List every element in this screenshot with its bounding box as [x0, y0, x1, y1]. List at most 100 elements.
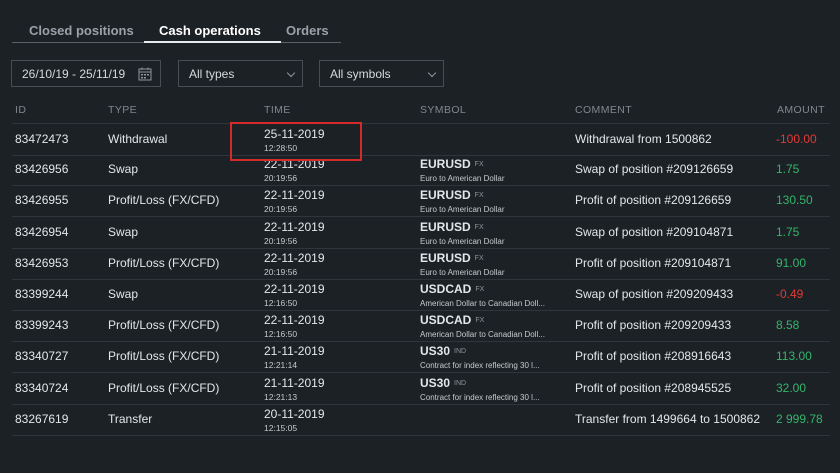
row-symbol: EURUSD FX [420, 219, 484, 234]
row-comment: Swap of position #209126659 [575, 162, 734, 177]
row-type: Profit/Loss (FX/CFD) [108, 255, 220, 270]
row-date: 20-11-2019 [264, 406, 325, 421]
row-type: Profit/Loss (FX/CFD) [108, 193, 220, 208]
row-symbol: EURUSD FX [420, 250, 484, 265]
column-header-id[interactable]: ID [15, 104, 26, 116]
row-time: 12:16:50 [264, 298, 298, 308]
column-header-symbol[interactable]: SYMBOL [420, 104, 466, 116]
row-type: Transfer [108, 411, 153, 426]
row-type: Withdrawal [108, 132, 168, 146]
row-symbol [420, 127, 424, 141]
row-time: 20:19:56 [264, 204, 298, 215]
tab-cash-operations[interactable]: Cash operations [159, 23, 261, 38]
row-date: 22-11-2019 [264, 250, 325, 265]
row-amount: 2 999.78 [776, 411, 823, 426]
row-symbol-description: American Dollar to Canadian Doll... [420, 299, 545, 308]
table-row[interactable]: 83340724 Profit/Loss (FX/CFD) 21-11-2019… [12, 373, 830, 405]
row-comment: Swap of position #209104871 [575, 224, 734, 239]
row-id: 83426953 [15, 255, 69, 270]
symbol-tag: FX [474, 254, 484, 262]
row-comment: Profit of position #209126659 [575, 193, 732, 208]
row-comment: Withdrawal from 1500862 [575, 132, 712, 146]
row-date: 22-11-2019 [264, 313, 325, 328]
row-id: 83426954 [15, 224, 69, 239]
table-row[interactable]: 83267619 Transfer 20-11-2019 12:15:05 Tr… [12, 404, 830, 436]
row-id: 83426956 [15, 162, 69, 177]
row-amount: -100.00 [776, 132, 817, 146]
row-symbol-description: Contract for index reflecting 30 l... [420, 361, 540, 371]
row-symbol-description: American Dollar to Canadian Doll... [420, 330, 545, 340]
symbol-tag: IND [454, 348, 467, 356]
chevron-down-icon [427, 68, 437, 78]
active-tab-indicator [144, 41, 281, 43]
row-time: 20:19:56 [264, 235, 298, 246]
row-time: 12:21:14 [264, 360, 298, 371]
row-type: Profit/Loss (FX/CFD) [108, 318, 220, 333]
row-id: 83399243 [15, 318, 69, 333]
row-type: Swap [108, 224, 139, 239]
type-select[interactable]: All types [178, 60, 303, 87]
table-row[interactable]: 83340727 Profit/Loss (FX/CFD) 21-11-2019… [12, 341, 830, 374]
row-amount: 1.75 [776, 224, 800, 239]
highlight-box [230, 122, 362, 161]
column-header-comment[interactable]: COMMENT [575, 104, 632, 116]
row-id: 83426955 [15, 193, 69, 208]
row-symbol-description: Contract for index reflecting 30 l... [420, 392, 540, 402]
type-select-value: All types [189, 66, 235, 81]
table-row[interactable]: 83426955 Profit/Loss (FX/CFD) 22-11-2019… [12, 185, 830, 218]
row-id: 83472473 [15, 132, 69, 146]
table-row[interactable]: 83472473 Withdrawal 25-11-2019 12:28:50 … [12, 123, 830, 156]
column-header-time[interactable]: TIME [264, 104, 291, 116]
row-symbol-description: Euro to American Dollar [420, 267, 505, 277]
row-type: Profit/Loss (FX/CFD) [108, 349, 220, 364]
row-date: 21-11-2019 [264, 375, 325, 390]
row-amount: 113.00 [776, 349, 812, 364]
row-amount: 8.58 [776, 318, 800, 333]
row-comment: Profit of position #208916643 [575, 349, 732, 364]
row-type: Swap [108, 162, 139, 177]
row-amount: 91.00 [776, 255, 807, 270]
row-symbol: EURUSD FX [420, 157, 484, 172]
row-time: 12:15:05 [264, 422, 298, 433]
table-row[interactable]: 83399243 Profit/Loss (FX/CFD) 22-11-2019… [12, 310, 830, 343]
row-symbol: US30 IND [420, 344, 467, 359]
row-comment: Swap of position #209209433 [575, 287, 734, 301]
symbol-tag: FX [475, 317, 485, 325]
row-date: 22-11-2019 [264, 188, 325, 203]
table-row[interactable]: 83399244 Swap 22-11-2019 12:16:50 USDCAD… [12, 279, 830, 311]
tab-closed-positions[interactable]: Closed positions [29, 23, 134, 38]
tab-orders[interactable]: Orders [286, 23, 329, 38]
row-time: 20:19:56 [264, 266, 298, 277]
row-comment: Transfer from 1499664 to 1500862 [575, 411, 761, 426]
symbol-tag: IND [454, 379, 467, 387]
row-amount: 130.50 [776, 193, 813, 208]
symbol-tag: FX [474, 192, 484, 200]
row-comment: Profit of position #209209433 [575, 318, 732, 333]
row-symbol [420, 407, 424, 421]
table-row[interactable]: 83426954 Swap 22-11-2019 20:19:56 EURUSD… [12, 217, 830, 249]
calendar-icon[interactable] [138, 67, 152, 84]
row-amount: 1.75 [776, 162, 800, 177]
row-id: 83340727 [15, 349, 69, 364]
row-symbol: EURUSD FX [420, 188, 484, 203]
row-symbol-description: Euro to American Dollar [420, 236, 505, 246]
table-row[interactable]: 83426956 Swap 22-11-2019 20:19:56 EURUSD… [12, 154, 830, 187]
row-symbol-description: Euro to American Dollar [420, 205, 505, 215]
row-id: 83340724 [15, 380, 69, 395]
date-range-picker[interactable]: 26/10/19 - 25/11/19 [11, 60, 161, 87]
row-time: 12:16:50 [264, 329, 298, 340]
row-amount: 32.00 [776, 380, 807, 395]
row-comment: Profit of position #209104871 [575, 255, 732, 270]
row-symbol: USDCAD FX [420, 282, 485, 296]
column-header-amount[interactable]: AMOUNT [777, 104, 825, 116]
row-amount: -0.49 [776, 287, 804, 301]
row-date: 22-11-2019 [264, 219, 325, 234]
symbol-select[interactable]: All symbols [319, 60, 444, 87]
table-row[interactable]: 83426953 Profit/Loss (FX/CFD) 22-11-2019… [12, 248, 830, 280]
row-id: 83399244 [15, 287, 69, 301]
table-header: ID TYPE TIME SYMBOL COMMENT AMOUNT [0, 104, 840, 120]
symbol-select-value: All symbols [330, 66, 391, 81]
column-header-type[interactable]: TYPE [108, 104, 137, 116]
row-type: Profit/Loss (FX/CFD) [108, 380, 220, 395]
row-time: 20:19:56 [264, 173, 298, 184]
